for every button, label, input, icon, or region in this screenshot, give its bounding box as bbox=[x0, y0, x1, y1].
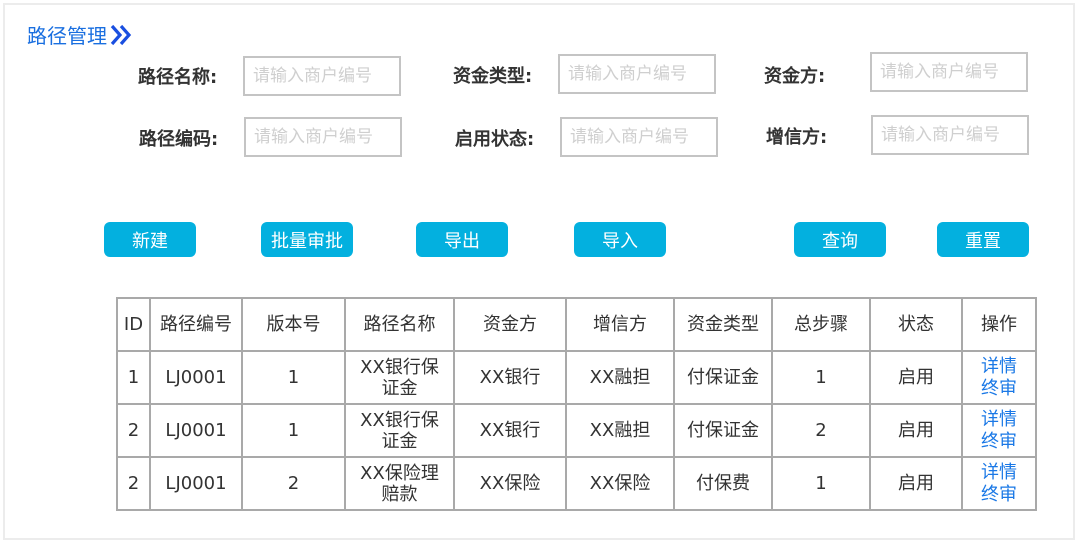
column-header-funder: 资金方 bbox=[453, 297, 567, 352]
column-header-fund-type: 资金类型 bbox=[673, 297, 773, 352]
cell-total-steps: 1 bbox=[771, 350, 871, 405]
cell-version: 2 bbox=[241, 456, 346, 511]
page-title: 路径管理 bbox=[27, 20, 133, 49]
final-review-link[interactable]: 终审 bbox=[963, 431, 1035, 453]
filter-label-guarantor: 增信方: bbox=[766, 127, 828, 148]
cell-route-name: XX银行保证金 bbox=[344, 350, 455, 405]
cell-id: 2 bbox=[116, 456, 151, 511]
detail-link[interactable]: 详情 bbox=[963, 462, 1035, 484]
route-table: ID 路径编号 版本号 路径名称 资金方 增信方 资金类型 总步骤 状态 操作 … bbox=[116, 297, 1037, 511]
cell-actions: 详情 终审 bbox=[961, 350, 1037, 405]
cell-fund-type: 付保证金 bbox=[673, 350, 773, 405]
double-chevron-right-icon bbox=[110, 24, 132, 45]
cell-status: 启用 bbox=[869, 456, 963, 511]
cell-status: 启用 bbox=[869, 403, 963, 458]
cell-total-steps: 1 bbox=[771, 456, 871, 511]
column-header-version: 版本号 bbox=[241, 297, 346, 352]
cell-funder: XX银行 bbox=[453, 350, 567, 405]
table-row: 2 LJ0001 1 XX银行保证金 XX银行 XX融担 付保证金 2 启用 详… bbox=[116, 403, 1037, 458]
fund-type-input[interactable] bbox=[558, 54, 716, 94]
column-header-status: 状态 bbox=[869, 297, 963, 352]
reset-button[interactable]: 重置 bbox=[937, 222, 1029, 257]
cell-fund-type: 付保费 bbox=[673, 456, 773, 511]
cell-id: 1 bbox=[116, 350, 151, 405]
funder-input[interactable] bbox=[870, 52, 1028, 92]
cell-route-code: LJ0001 bbox=[149, 350, 243, 405]
column-header-total-steps: 总步骤 bbox=[771, 297, 871, 352]
route-code-input[interactable] bbox=[244, 117, 402, 157]
cell-funder: XX保险 bbox=[453, 456, 567, 511]
cell-version: 1 bbox=[241, 350, 346, 405]
column-header-id: ID bbox=[116, 297, 151, 352]
column-header-actions: 操作 bbox=[961, 297, 1037, 352]
cell-version: 1 bbox=[241, 403, 346, 458]
filter-label-fund-type: 资金类型: bbox=[453, 66, 533, 87]
cell-status: 启用 bbox=[869, 350, 963, 405]
enable-status-input[interactable] bbox=[560, 117, 718, 157]
cell-guarantor: XX融担 bbox=[565, 403, 675, 458]
cell-actions: 详情 终审 bbox=[961, 403, 1037, 458]
filter-label-route-code: 路径编码: bbox=[139, 129, 219, 150]
route-name-text: XX银行保证金 bbox=[360, 409, 439, 452]
route-name-text: XX保险理赔款 bbox=[360, 462, 439, 505]
cell-actions: 详情 终审 bbox=[961, 456, 1037, 511]
export-button[interactable]: 导出 bbox=[416, 222, 508, 257]
cell-total-steps: 2 bbox=[771, 403, 871, 458]
guarantor-input[interactable] bbox=[871, 115, 1029, 155]
detail-link[interactable]: 详情 bbox=[963, 356, 1035, 378]
cell-guarantor: XX保险 bbox=[565, 456, 675, 511]
table-header-row: ID 路径编号 版本号 路径名称 资金方 增信方 资金类型 总步骤 状态 操作 bbox=[116, 297, 1037, 352]
cell-fund-type: 付保证金 bbox=[673, 403, 773, 458]
cell-id: 2 bbox=[116, 403, 151, 458]
filter-label-funder: 资金方: bbox=[764, 66, 826, 87]
batch-approve-button[interactable]: 批量审批 bbox=[261, 222, 353, 257]
table-row: 2 LJ0001 2 XX保险理赔款 XX保险 XX保险 付保费 1 启用 详情… bbox=[116, 456, 1037, 511]
cell-route-code: LJ0001 bbox=[149, 456, 243, 511]
import-button[interactable]: 导入 bbox=[574, 222, 666, 257]
new-button[interactable]: 新建 bbox=[104, 222, 196, 257]
filter-label-enable-status: 启用状态: bbox=[455, 129, 535, 150]
column-header-guarantor: 增信方 bbox=[565, 297, 675, 352]
page-title-text: 路径管理 bbox=[27, 24, 107, 48]
final-review-link[interactable]: 终审 bbox=[963, 378, 1035, 400]
cell-guarantor: XX融担 bbox=[565, 350, 675, 405]
cell-route-name: XX银行保证金 bbox=[344, 403, 455, 458]
filter-label-route-name: 路径名称: bbox=[138, 67, 218, 88]
final-review-link[interactable]: 终审 bbox=[963, 484, 1035, 506]
column-header-route-name: 路径名称 bbox=[344, 297, 455, 352]
cell-funder: XX银行 bbox=[453, 403, 567, 458]
cell-route-name: XX保险理赔款 bbox=[344, 456, 455, 511]
query-button[interactable]: 查询 bbox=[794, 222, 886, 257]
cell-route-code: LJ0001 bbox=[149, 403, 243, 458]
route-name-input[interactable] bbox=[243, 56, 401, 96]
detail-link[interactable]: 详情 bbox=[963, 409, 1035, 431]
route-name-text: XX银行保证金 bbox=[360, 356, 439, 399]
column-header-route-code: 路径编号 bbox=[149, 297, 243, 352]
table-row: 1 LJ0001 1 XX银行保证金 XX银行 XX融担 付保证金 1 启用 详… bbox=[116, 350, 1037, 405]
